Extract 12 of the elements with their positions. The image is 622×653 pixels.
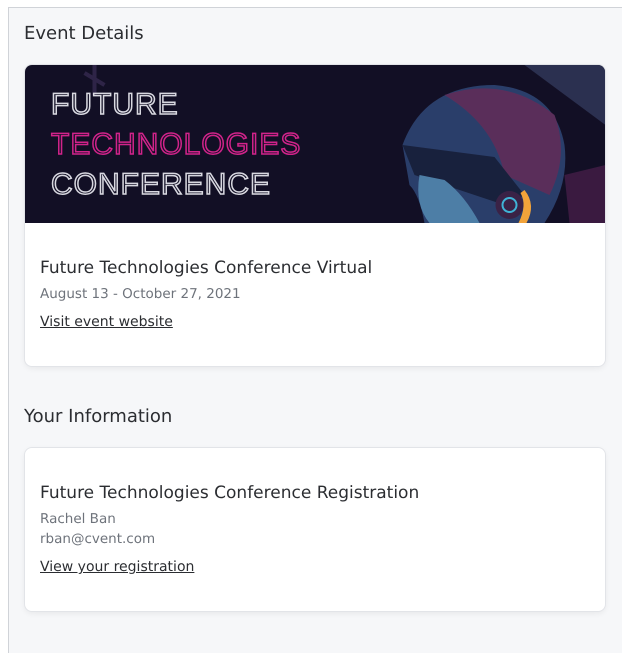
section-heading: Event Details xyxy=(24,22,145,46)
banner-title: TECHNOLOGIES xyxy=(51,127,302,163)
banner-title: FUTURE xyxy=(51,87,179,123)
detail-text: August 13 - October 27, 2021 xyxy=(40,285,242,304)
link[interactable]: View your registration xyxy=(40,557,194,577)
card-title: Future Technologies Conference Virtual xyxy=(40,257,374,280)
detail-text: rban@cvent.com xyxy=(40,530,156,549)
detail-text: Rachel Ban xyxy=(40,510,117,529)
banner-title: CONFERENCE xyxy=(51,167,272,203)
section-heading: Your Information xyxy=(24,405,174,429)
link[interactable]: Visit event website xyxy=(40,312,173,332)
card-title: Future Technologies Conference Registration xyxy=(40,482,420,505)
